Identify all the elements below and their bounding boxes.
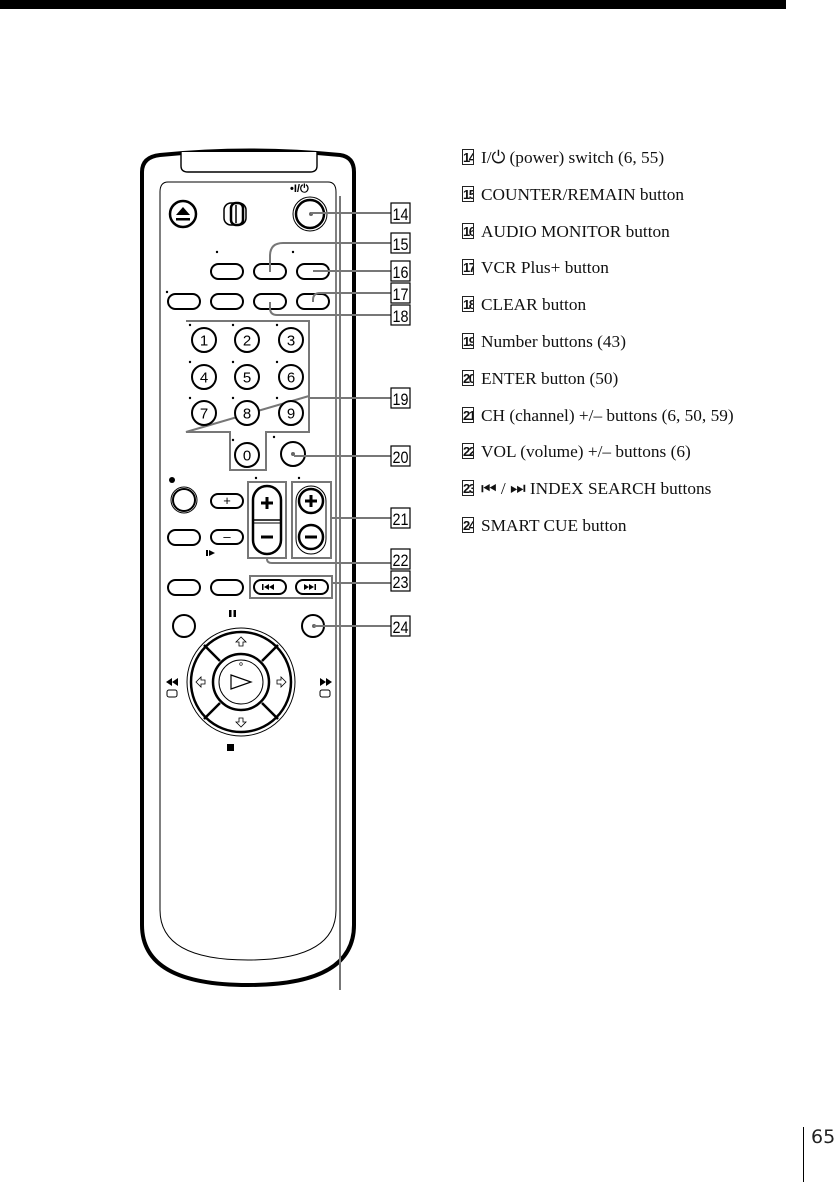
callout-21: 21 — [390, 507, 411, 529]
callout-20: 20 — [390, 445, 411, 467]
oval-button-left[interactable] — [167, 529, 201, 546]
legend-number: 23 — [462, 480, 474, 497]
legend-number: 15 — [462, 185, 474, 202]
number-button-label: 0 — [243, 448, 251, 465]
callout-22: 22 — [390, 548, 411, 570]
legend-number: 20 — [462, 369, 474, 386]
legend-text: ⏮ / ⏭ INDEX SEARCH buttons — [481, 479, 712, 499]
callout-number: 24 — [393, 618, 409, 637]
callout-number: 22 — [393, 551, 409, 570]
number-button-label: 7 — [200, 406, 208, 423]
legend-text: I/⏻ (power) switch (6, 55) — [481, 148, 665, 167]
legend-item: 20 ENTER button (50) — [462, 367, 832, 404]
callout-labels: 14 15 16 17 18 19 20 21 22 23 24 — [390, 202, 411, 637]
legend-number: 22 — [462, 443, 474, 460]
legend-text: CLEAR button — [481, 295, 587, 315]
circle-button-left[interactable] — [172, 614, 196, 638]
oval-button-r1-1[interactable] — [210, 263, 244, 280]
legend-text: Number buttons (43) — [481, 331, 626, 351]
legend-item: 15 COUNTER/REMAIN button — [462, 183, 832, 220]
number-button-label: 5 — [243, 370, 251, 387]
oval-button-r2-2[interactable] — [210, 293, 244, 310]
legend-list: 14 I/⏻ (power) switch (6, 55) 15 COUNTER/R… — [462, 146, 832, 551]
record-button[interactable] — [170, 486, 198, 514]
callout-number: 16 — [393, 263, 409, 282]
legend-item: 16 AUDIO MONITOR button — [462, 220, 832, 257]
callout-24: 24 — [390, 615, 411, 637]
legend-item: 21 CH (channel) +/– buttons (6, 50, 59) — [462, 404, 832, 441]
legend-item: 23 ⏮ / ⏭ INDEX SEARCH buttons — [462, 477, 832, 514]
callout-number: 15 — [393, 235, 409, 254]
legend-text: COUNTER/REMAIN button — [481, 184, 685, 204]
ir-window — [180, 152, 318, 173]
oval-button-r2-1[interactable] — [167, 293, 201, 310]
callout-number: 17 — [393, 285, 409, 304]
page-number-rule — [803, 1127, 804, 1182]
callout-23: 23 — [390, 570, 411, 592]
callout-19: 19 — [390, 387, 411, 409]
legend-number: 14 — [462, 149, 474, 165]
number-button-label: 2 — [243, 333, 251, 350]
eject-button[interactable] — [168, 199, 198, 229]
small-minus-label: – — [223, 529, 231, 544]
callout-15: 15 — [390, 232, 411, 254]
legend-number: 21 — [462, 406, 474, 423]
number-button-label: 8 — [243, 406, 251, 423]
legend-text: VOL (volume) +/– buttons (6) — [481, 442, 691, 462]
legend-number: 16 — [462, 222, 474, 239]
legend-text: AUDIO MONITOR button — [481, 221, 670, 241]
oval-button-r5-1[interactable] — [167, 579, 201, 596]
tv-vtr-switch[interactable] — [223, 201, 247, 227]
callout-number: 23 — [393, 573, 409, 592]
callout-number: 21 — [393, 510, 409, 529]
legend-number: 18 — [462, 296, 474, 313]
callout-number: 20 — [393, 448, 409, 467]
pause-icon — [229, 610, 232, 617]
callout-number: 14 — [393, 205, 409, 224]
callout-14: 14 — [390, 202, 411, 224]
callout-number: 19 — [393, 390, 409, 409]
legend-item: 18 CLEAR button — [462, 293, 832, 330]
number-button-label: 3 — [287, 333, 295, 350]
number-button-label: 9 — [287, 406, 295, 423]
legend-item: 22 VOL (volume) +/– buttons (6) — [462, 440, 832, 477]
legend-item: 24 SMART CUE button — [462, 514, 832, 551]
oval-button-r5-2[interactable] — [210, 579, 244, 596]
stop-icon — [227, 744, 234, 751]
legend-item: 14 I/⏻ (power) switch (6, 55) — [462, 146, 832, 183]
vol-rocker[interactable] — [251, 484, 283, 556]
page-number: 65 — [811, 1126, 835, 1148]
index-prev-button[interactable] — [253, 579, 287, 595]
legend-text: SMART CUE button — [481, 515, 627, 535]
legend-text: CH (channel) +/– buttons (6, 50, 59) — [481, 405, 734, 425]
legend-number: 19 — [462, 332, 474, 349]
callout-17: 17 — [390, 282, 411, 304]
legend-number: 24 — [462, 516, 474, 533]
legend-text: VCR Plus+ button — [481, 258, 609, 278]
number-button-label: 1 — [200, 333, 208, 350]
power-label: •I/⏻ — [290, 182, 309, 195]
legend-item: 19 Number buttons (43) — [462, 330, 832, 367]
legend-item: 17 VCR Plus+ button — [462, 256, 832, 293]
number-button-label: 4 — [200, 370, 208, 387]
number-button-label: 6 — [287, 370, 295, 387]
callout-16: 16 — [390, 260, 411, 282]
ch-buttons[interactable] — [295, 485, 327, 555]
small-plus-label: + — [223, 493, 231, 508]
play-button[interactable] — [218, 659, 264, 705]
callout-18: 18 — [390, 304, 411, 326]
legend-text: ENTER button (50) — [481, 368, 619, 388]
legend-number: 17 — [462, 259, 474, 276]
index-next-button[interactable] — [295, 579, 329, 595]
callout-number: 18 — [393, 307, 409, 326]
